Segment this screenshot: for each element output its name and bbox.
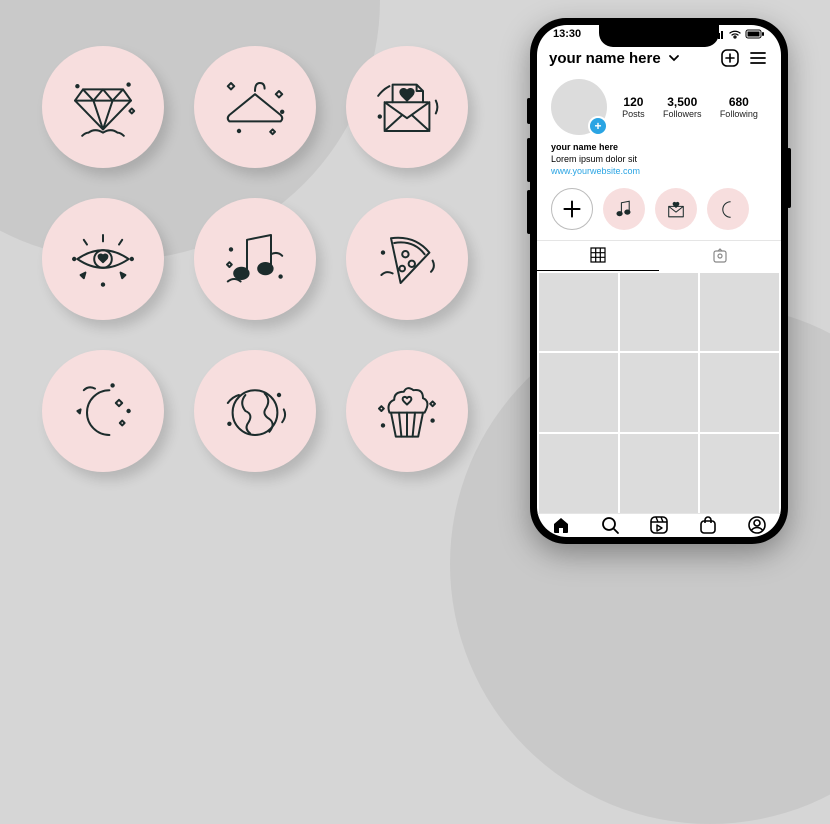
pizza-icon — [346, 198, 468, 320]
search-icon — [600, 515, 620, 535]
phone-mockup: 13:30 your name here 120Posts 3,500Follo… — [530, 18, 788, 544]
cupcake-icon — [346, 350, 468, 472]
music-note-icon — [194, 198, 316, 320]
home-icon — [551, 515, 571, 535]
stat-following[interactable]: 680Following — [720, 95, 758, 119]
post-thumb[interactable] — [620, 434, 699, 513]
post-thumb[interactable] — [700, 434, 779, 513]
love-letter-icon — [346, 46, 468, 168]
post-thumb[interactable] — [700, 273, 779, 352]
post-thumb[interactable] — [539, 273, 618, 352]
moon-icon — [42, 350, 164, 472]
battery-icon — [745, 29, 765, 39]
hanger-icon — [194, 46, 316, 168]
stat-followers[interactable]: 3,500Followers — [663, 95, 702, 119]
profile-username[interactable]: your name here — [549, 50, 661, 67]
post-thumb[interactable] — [539, 434, 618, 513]
shop-icon — [698, 515, 718, 535]
post-thumb[interactable] — [700, 353, 779, 432]
status-time: 13:30 — [553, 28, 581, 40]
highlight-moon[interactable] — [707, 188, 749, 230]
nav-profile[interactable] — [746, 514, 768, 536]
tab-tagged[interactable] — [659, 241, 781, 271]
nav-home[interactable] — [550, 514, 572, 536]
nav-reels[interactable] — [648, 514, 670, 536]
bio-link[interactable]: www.yourwebsite.com — [551, 165, 767, 177]
chevron-down-icon[interactable] — [667, 51, 681, 65]
posts-grid — [537, 271, 781, 513]
diamond-icon — [42, 46, 164, 168]
eye-icon — [42, 198, 164, 320]
status-indicators — [711, 29, 765, 39]
reels-icon — [649, 515, 669, 535]
post-thumb[interactable] — [539, 353, 618, 432]
nav-shop[interactable] — [697, 514, 719, 536]
nav-search[interactable] — [599, 514, 621, 536]
highlight-new[interactable] — [551, 188, 593, 230]
menu-button[interactable] — [747, 47, 769, 69]
highlight-music[interactable] — [603, 188, 645, 230]
stat-posts[interactable]: 120Posts — [622, 95, 645, 119]
post-thumb[interactable] — [620, 273, 699, 352]
avatar[interactable] — [551, 79, 607, 135]
tagged-icon — [712, 248, 728, 264]
highlight-letter[interactable] — [655, 188, 697, 230]
bio-text: Lorem ipsum dolor sit — [551, 153, 767, 165]
plus-icon — [559, 196, 585, 222]
grid-icon — [590, 247, 606, 263]
create-post-button[interactable] — [719, 47, 741, 69]
tab-grid[interactable] — [537, 241, 659, 271]
post-thumb[interactable] — [620, 353, 699, 432]
profile-icon — [747, 515, 767, 535]
wifi-icon — [728, 30, 742, 39]
bio-name: your name here — [551, 141, 767, 153]
highlight-icons-showcase — [42, 46, 468, 472]
globe-icon — [194, 350, 316, 472]
